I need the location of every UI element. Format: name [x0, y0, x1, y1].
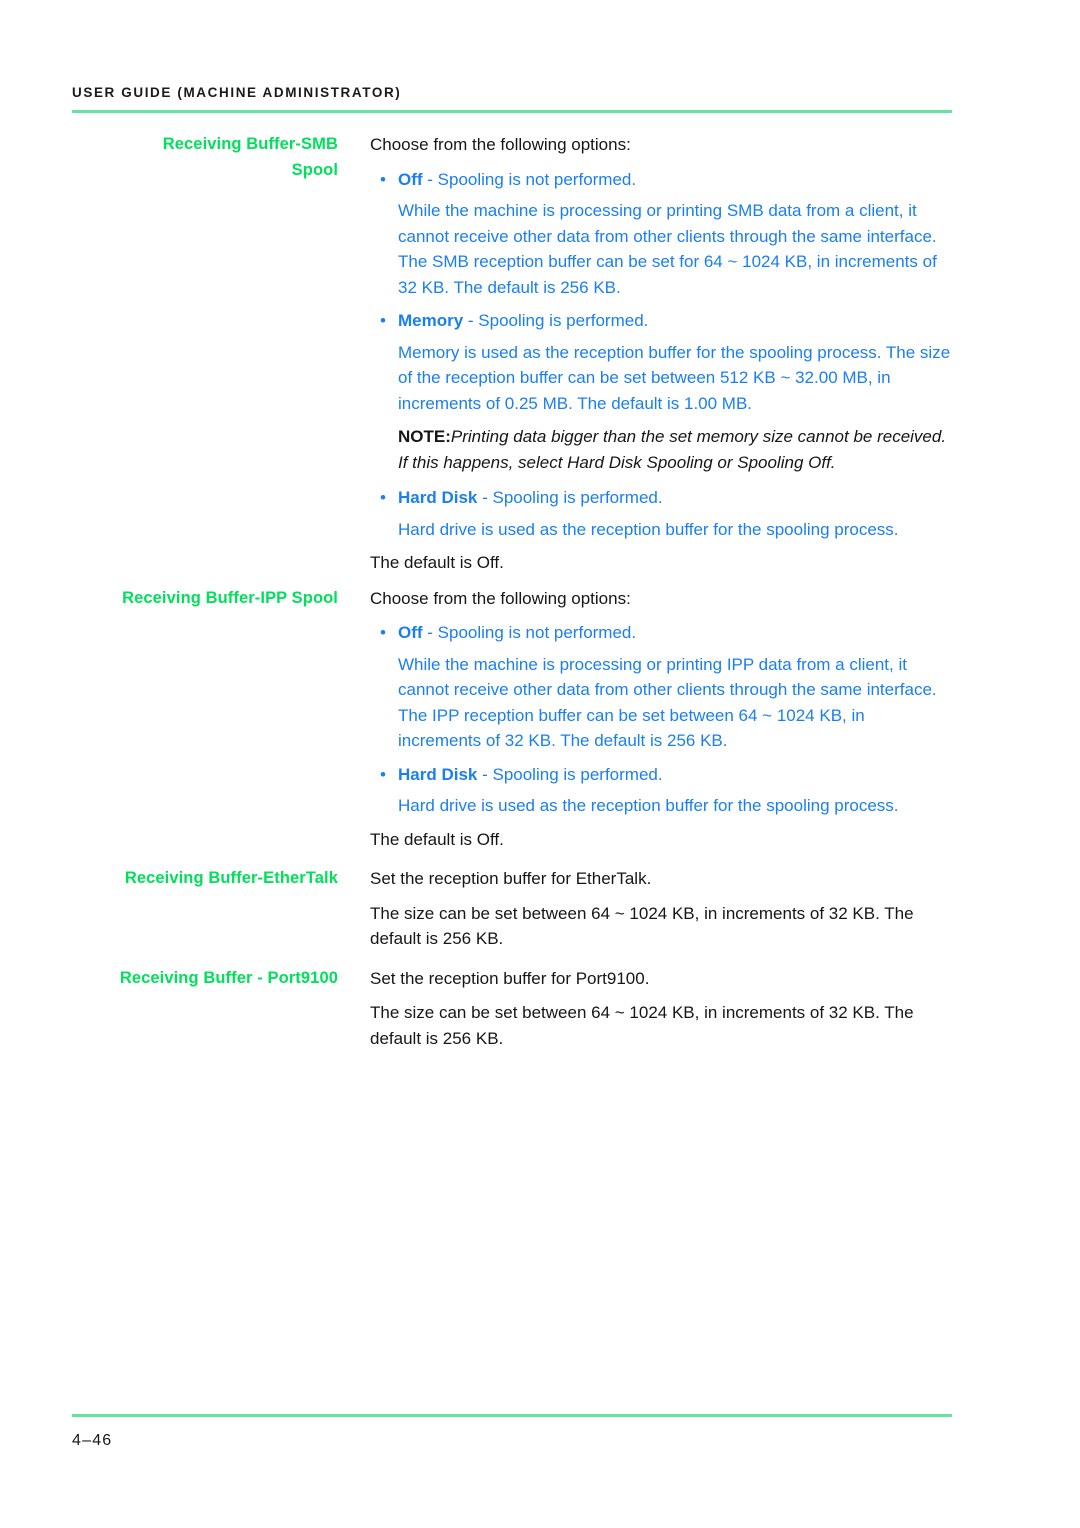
bullet-icon: •	[380, 311, 386, 330]
note-paragraph: NOTE:Printing data bigger than the set m…	[398, 424, 952, 475]
list-item-separator: -	[477, 764, 493, 784]
paragraph-detail: Hard drive is used as the reception buff…	[398, 796, 899, 815]
list-item-term: Off	[398, 169, 423, 189]
list-item-text: Off - Spooling is not performed.	[398, 167, 636, 193]
document-page: USER GUIDE (MACHINE ADMINISTRATOR) Recei…	[0, 0, 1080, 1528]
list-item-term: Hard Disk	[398, 764, 478, 784]
list-item-text: Hard Disk - Spooling is performed.	[398, 485, 663, 511]
paragraph-default: The default is Off.	[370, 829, 504, 849]
list-item: • Off - Spooling is not performed.	[370, 167, 952, 193]
list-item: • Hard Disk - Spooling is performed.	[370, 762, 952, 788]
paragraph-detail: Memory is used as the reception buffer f…	[398, 342, 951, 413]
section-receiving-buffer-smb-spool: Receiving Buffer-SMB Spool Choose from t…	[72, 132, 952, 576]
section-label: Receiving Buffer-EtherTalk	[124, 869, 338, 887]
list-item: • Off - Spooling is not performed.	[370, 620, 952, 646]
section-receiving-buffer-ethertalk: Receiving Buffer-EtherTalk Set the recep…	[72, 866, 952, 952]
bullet-icon: •	[380, 623, 386, 642]
page-header: USER GUIDE (MACHINE ADMINISTRATOR)	[72, 85, 952, 101]
list-item-separator: -	[477, 488, 493, 507]
header-title: USER GUIDE (MACHINE ADMINISTRATOR)	[72, 85, 402, 100]
list-item: • Memory - Spooling is performed.	[370, 308, 952, 334]
section-label: Receiving Buffer-IPP Spool	[122, 588, 338, 607]
section-label-column: Receiving Buffer-EtherTalk	[72, 866, 338, 892]
list-item: • Hard Disk - Spooling is performed.	[370, 485, 952, 511]
list-item-description: Spooling is performed.	[478, 311, 649, 330]
section-body-column: Choose from the following options: • Off…	[338, 132, 952, 576]
section-receiving-buffer-port9100: Receiving Buffer - Port9100 Set the rece…	[72, 966, 952, 1052]
list-item-term: Hard Disk	[398, 488, 478, 507]
section-label-column: Receiving Buffer-SMB Spool	[72, 132, 338, 183]
list-item-term: Off	[398, 623, 423, 642]
section-body-column: Set the reception buffer for Port9100. T…	[338, 966, 952, 1052]
section-intro: Set the reception buffer for EtherTalk.	[370, 869, 652, 888]
section-label-column: Receiving Buffer - Port9100	[72, 966, 338, 992]
section-label-column: Receiving Buffer-IPP Spool	[72, 586, 338, 612]
section-label-line-1: Receiving Buffer-SMB	[162, 135, 338, 153]
list-item-description: Spooling is performed.	[492, 488, 663, 507]
note-text: Printing data bigger than the set memory…	[398, 427, 947, 472]
section-body-column: Set the reception buffer for EtherTalk. …	[338, 866, 952, 952]
list-item-separator: -	[463, 311, 479, 330]
footer-divider	[72, 1414, 952, 1417]
page-number: 4–46	[72, 1432, 113, 1449]
section-label: Receiving Buffer-SMB Spool	[72, 132, 338, 183]
list-item-text: Off - Spooling is not performed.	[398, 620, 636, 646]
section-body-column: Choose from the following options: • Off…	[338, 586, 952, 853]
section-label-line-2: Spool	[291, 160, 338, 179]
paragraph-default: The size can be set between 64 ~ 1024 KB…	[370, 903, 914, 949]
paragraph-default: The size can be set between 64 ~ 1024 KB…	[370, 1003, 914, 1048]
section-label: Receiving Buffer - Port9100	[119, 968, 338, 987]
list-item-description: Spooling is performed.	[492, 764, 663, 784]
list-item-text: Hard Disk - Spooling is performed.	[398, 762, 663, 788]
paragraph-detail: Hard drive is used as the reception buff…	[398, 519, 899, 539]
page-content: Receiving Buffer-SMB Spool Choose from t…	[72, 132, 952, 1051]
bullet-icon: •	[380, 488, 386, 507]
section-intro: Choose from the following options:	[370, 588, 631, 608]
list-item-separator: -	[422, 169, 438, 189]
bullet-icon: •	[380, 764, 386, 784]
list-item-term: Memory	[398, 311, 464, 330]
note-label: NOTE:	[398, 427, 451, 446]
bullet-icon: •	[380, 169, 386, 189]
list-item-description: Spooling is not performed.	[437, 169, 637, 189]
list-item-text: Memory - Spooling is performed.	[398, 308, 648, 334]
header-divider	[72, 110, 952, 113]
section-intro: Choose from the following options:	[370, 135, 631, 154]
paragraph-default: The default is Off.	[370, 553, 504, 572]
paragraph-detail: While the machine is processing or print…	[398, 654, 937, 751]
paragraph-detail: While the machine is processing or print…	[398, 201, 937, 297]
section-intro: Set the reception buffer for Port9100.	[370, 968, 650, 988]
list-item-separator: -	[422, 623, 438, 642]
section-receiving-buffer-ipp-spool: Receiving Buffer-IPP Spool Choose from t…	[72, 586, 952, 853]
list-item-description: Spooling is not performed.	[437, 623, 637, 642]
